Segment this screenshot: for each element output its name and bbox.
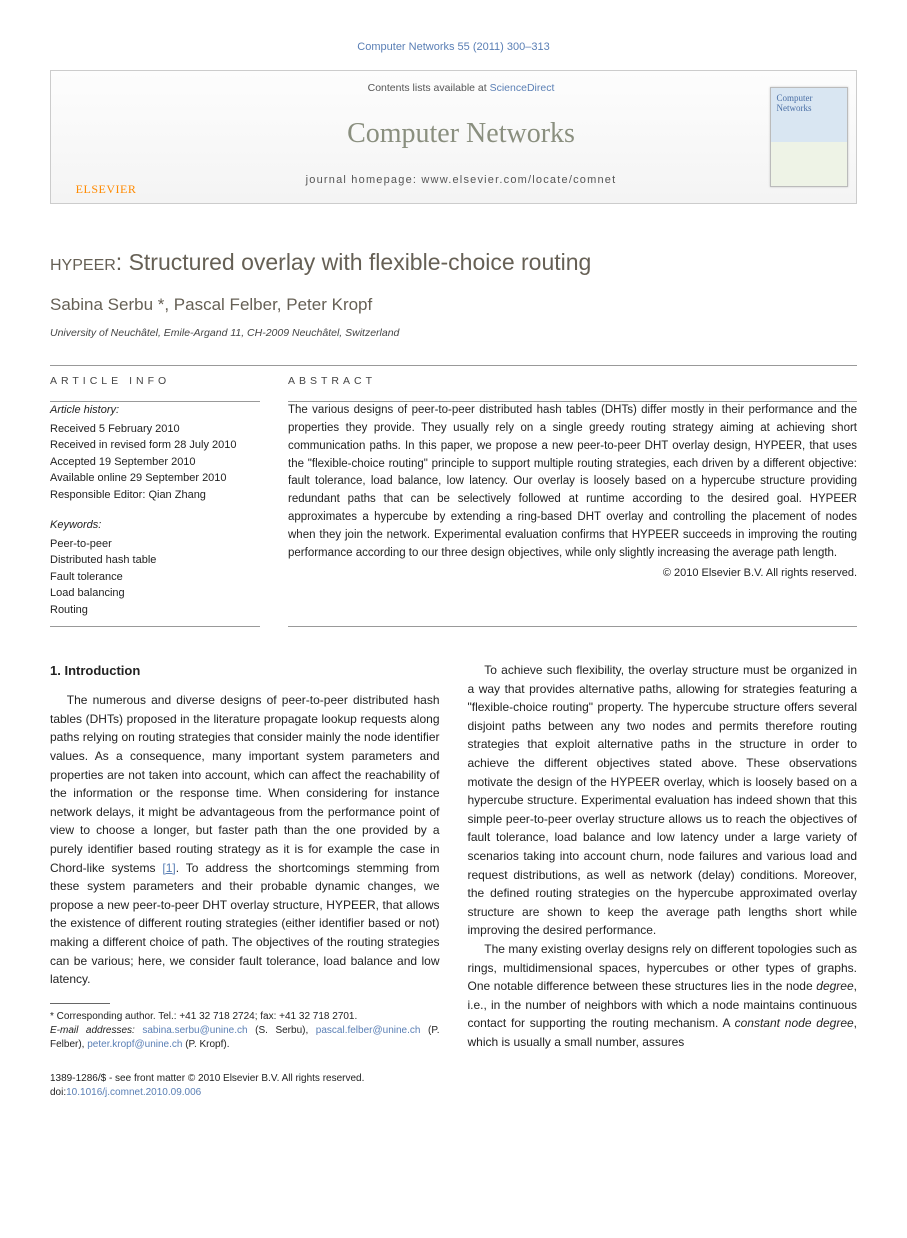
divider — [288, 626, 857, 627]
history-item: Responsible Editor: Qian Zhang — [50, 487, 260, 504]
title-system-name: hypeer — [50, 249, 116, 275]
abstract-column: abstract The various designs of peer-to-… — [288, 374, 857, 618]
keywords-block: Keywords: Peer-to-peer Distributed hash … — [50, 517, 260, 618]
history-item: Accepted 19 September 2010 — [50, 454, 260, 471]
cover-title-text: Computer Networks — [777, 94, 841, 114]
history-item: Received 5 February 2010 — [50, 421, 260, 438]
keyword: Load balancing — [50, 585, 260, 602]
article-title: hypeer: Structured overlay with flexible… — [50, 246, 857, 279]
emphasis: degree — [816, 979, 853, 993]
keyword: Peer-to-peer — [50, 536, 260, 553]
citation-header: Computer Networks 55 (2011) 300–313 — [50, 40, 857, 56]
journal-name: Computer Networks — [171, 114, 751, 155]
citation-link[interactable]: [1] — [162, 861, 175, 875]
journal-banner: ELSEVIER Contents lists available at Sci… — [50, 70, 857, 204]
doi-line: doi:10.1016/j.comnet.2010.09.006 — [50, 1086, 857, 1100]
email-who: (S. Serbu), — [248, 1025, 316, 1036]
cover-thumb-wrap: Computer Networks — [761, 71, 856, 203]
journal-cover-icon: Computer Networks — [770, 87, 848, 187]
abstract-copyright: © 2010 Elsevier B.V. All rights reserved… — [288, 566, 857, 582]
text-run: The numerous and diverse designs of peer… — [50, 693, 440, 874]
keywords-heading: Keywords: — [50, 517, 260, 534]
emphasis: constant node degree — [735, 1016, 854, 1030]
abstract-label: abstract — [288, 374, 857, 389]
email-label: E-mail addresses: — [50, 1025, 135, 1036]
divider — [50, 626, 260, 627]
banner-center: Contents lists available at ScienceDirec… — [161, 71, 761, 203]
history-item: Received in revised form 28 July 2010 — [50, 437, 260, 454]
author-list: Sabina Serbu *, Pascal Felber, Peter Kro… — [50, 293, 857, 318]
article-body: 1. Introduction The numerous and diverse… — [50, 661, 857, 1052]
keyword: Distributed hash table — [50, 552, 260, 569]
article-info-column: article info Article history: Received 5… — [50, 374, 260, 618]
body-paragraph: The numerous and diverse designs of peer… — [50, 691, 440, 989]
affiliation: University of Neuchâtel, Emile-Argand 11… — [50, 326, 857, 341]
article-history: Article history: Received 5 February 201… — [50, 402, 260, 503]
text-run: . To address the shortcomings stemming f… — [50, 861, 440, 987]
email-who: (P. Kropf). — [182, 1039, 229, 1050]
corresponding-author-note: * Corresponding author. Tel.: +41 32 718… — [50, 1010, 440, 1024]
title-rest: : Structured overlay with flexible-choic… — [116, 249, 592, 275]
doi-label: doi: — [50, 1087, 66, 1098]
footnotes: * Corresponding author. Tel.: +41 32 718… — [50, 1003, 440, 1052]
body-paragraph: To achieve such flexibility, the overlay… — [468, 661, 858, 940]
publisher-block: ELSEVIER — [51, 71, 161, 203]
abstract-text: The various designs of peer-to-peer dist… — [288, 402, 857, 562]
doi-link[interactable]: 10.1016/j.comnet.2010.09.006 — [66, 1087, 201, 1098]
author-email-link[interactable]: sabina.serbu@unine.ch — [142, 1025, 247, 1036]
history-heading: Article history: — [50, 402, 260, 419]
sciencedirect-link[interactable]: ScienceDirect — [490, 82, 555, 94]
email-addresses: E-mail addresses: sabina.serbu@unine.ch … — [50, 1024, 440, 1052]
footnote-rule — [50, 1003, 110, 1004]
body-paragraph: The many existing overlay designs rely o… — [468, 940, 858, 1052]
divider — [50, 365, 857, 366]
keyword: Fault tolerance — [50, 569, 260, 586]
section-heading: 1. Introduction — [50, 661, 440, 681]
issn-copyright: 1389-1286/$ - see front matter © 2010 El… — [50, 1072, 857, 1086]
text-run: The many existing overlay designs rely o… — [468, 942, 858, 993]
history-item: Available online 29 September 2010 — [50, 470, 260, 487]
publisher-label: ELSEVIER — [76, 181, 137, 198]
contents-line: Contents lists available at ScienceDirec… — [171, 81, 751, 96]
front-matter-footer: 1389-1286/$ - see front matter © 2010 El… — [50, 1072, 857, 1100]
author-email-link[interactable]: peter.kropf@unine.ch — [87, 1039, 182, 1050]
keyword: Routing — [50, 602, 260, 619]
journal-homepage: journal homepage: www.elsevier.com/locat… — [171, 173, 751, 189]
article-info-label: article info — [50, 374, 260, 389]
author-email-link[interactable]: pascal.felber@unine.ch — [316, 1025, 421, 1036]
contents-prefix: Contents lists available at — [368, 82, 490, 94]
